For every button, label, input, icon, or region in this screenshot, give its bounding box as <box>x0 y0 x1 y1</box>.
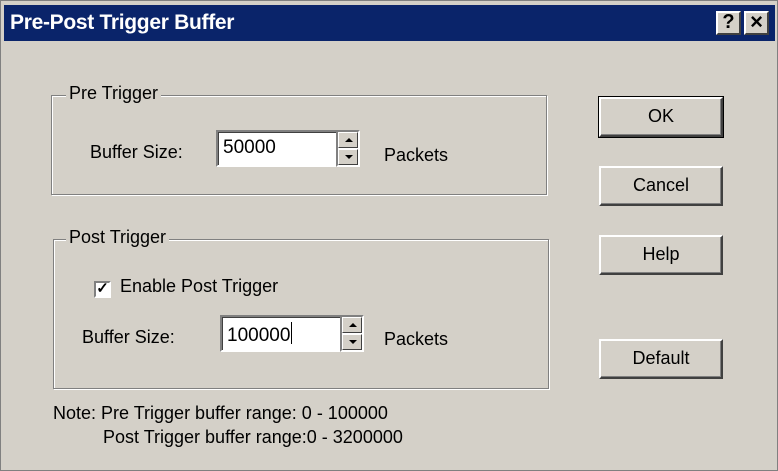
text-cursor <box>291 322 293 344</box>
post-packets-unit-label: Packets <box>384 329 449 349</box>
enable-post-trigger-checkbox[interactable]: ✓ <box>94 281 111 298</box>
pre-buffer-size-input[interactable]: 50000 <box>216 130 338 167</box>
close-button[interactable]: × <box>744 11 769 35</box>
pre-trigger-group: Pre Trigger Buffer Size: 50000 Packets <box>51 83 547 195</box>
enable-post-trigger-label[interactable]: Enable Post Trigger <box>120 276 278 297</box>
help-titlebar-button[interactable]: ? <box>716 11 741 35</box>
cancel-button[interactable]: Cancel <box>599 166 723 206</box>
close-icon: × <box>750 9 763 34</box>
note-pre-range: Note: Pre Trigger buffer range: 0 - 1000… <box>53 403 388 423</box>
spin-down-icon[interactable] <box>342 334 362 350</box>
window-title: Pre-Post Trigger Buffer <box>10 11 235 34</box>
spin-down-icon[interactable] <box>338 149 358 165</box>
spin-up-icon[interactable] <box>342 317 362 333</box>
question-mark-icon: ? <box>722 11 735 33</box>
pre-buffer-size-value: 50000 <box>223 137 276 158</box>
pre-buffer-size-spinner[interactable] <box>336 130 360 167</box>
default-button[interactable]: Default <box>599 339 723 379</box>
post-buffer-size-label: Buffer Size: <box>82 327 175 347</box>
pre-trigger-group-label: Pre Trigger <box>66 83 162 104</box>
pre-packets-unit-label: Packets <box>384 145 449 165</box>
pre-post-trigger-dialog: Pre-Post Trigger Buffer ? × Pre Trigger … <box>0 0 778 471</box>
ok-button[interactable]: OK <box>598 96 724 138</box>
note-post-range: Post Trigger buffer range:0 - 3200000 <box>103 427 403 447</box>
post-trigger-group-label: Post Trigger <box>66 227 170 248</box>
check-icon: ✓ <box>96 280 109 297</box>
post-trigger-group: Post Trigger ✓ Enable Post Trigger Buffe… <box>53 227 549 389</box>
post-buffer-size-value: 100000 <box>227 325 291 346</box>
title-bar[interactable]: Pre-Post Trigger Buffer ? × <box>4 5 775 41</box>
help-button[interactable]: Help <box>599 235 723 275</box>
post-buffer-size-spinner[interactable] <box>340 315 364 352</box>
post-buffer-size-input[interactable]: 100000 <box>220 315 342 352</box>
pre-buffer-size-label: Buffer Size: <box>90 142 183 162</box>
spin-up-icon[interactable] <box>338 132 358 148</box>
